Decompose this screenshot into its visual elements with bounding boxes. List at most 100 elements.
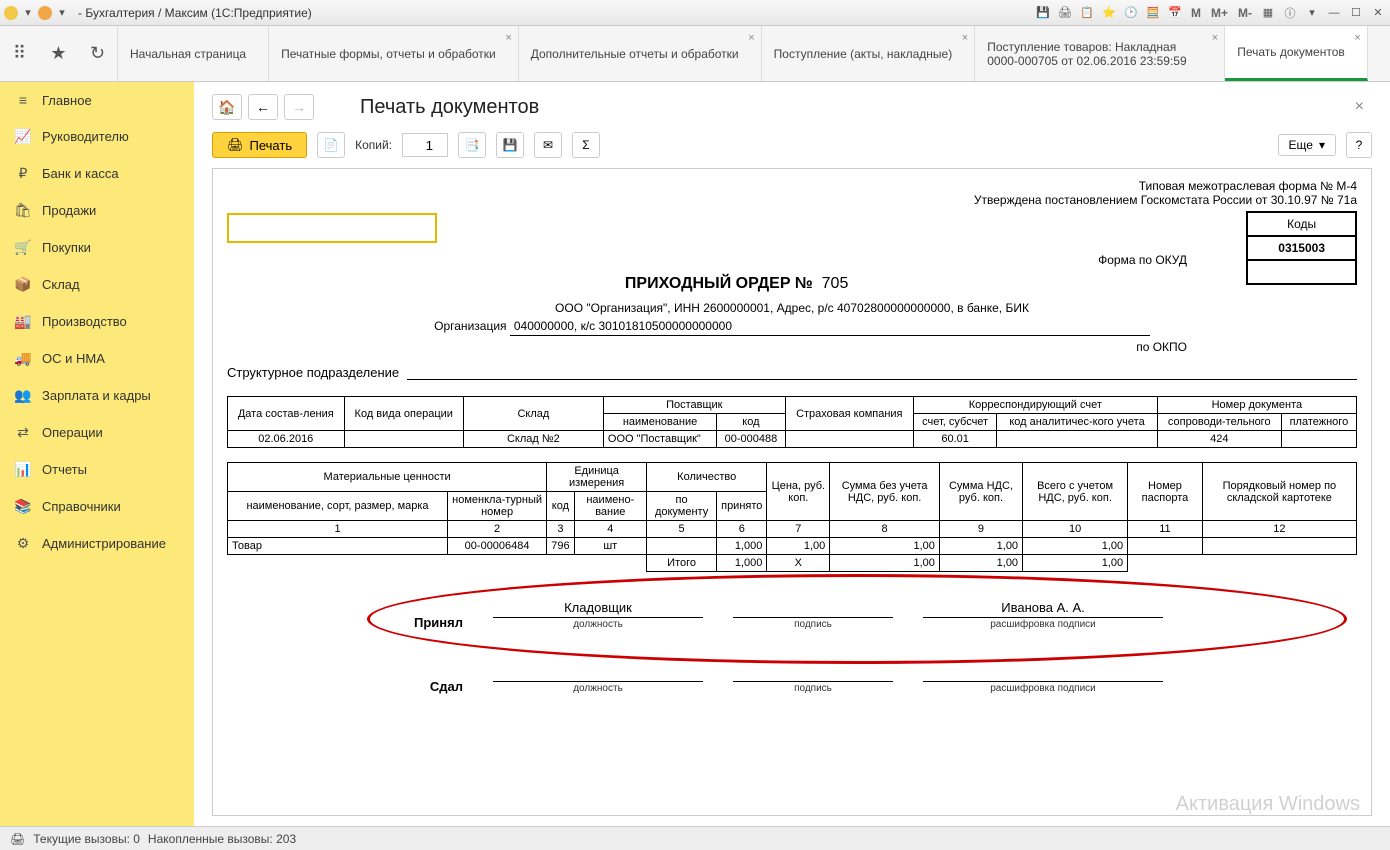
history-icon[interactable]: ↻ — [84, 40, 112, 68]
printer-icon: 🖨 — [10, 832, 25, 846]
close-icon[interactable]: ✕ — [1370, 5, 1386, 21]
menu-icon: ≡ — [14, 92, 32, 108]
copy-icon[interactable]: 📋 — [1079, 5, 1095, 21]
form-note: Утверждена постановлением Госкомстата Ро… — [227, 193, 1357, 207]
ruble-icon: ₽ — [14, 165, 32, 182]
close-icon[interactable]: × — [748, 32, 754, 44]
template-button[interactable]: 📑 — [458, 132, 486, 158]
close-icon[interactable]: × — [505, 32, 511, 44]
sidebar-item-label: Операции — [42, 425, 103, 440]
table-row: 02.06.2016 Склад №2 ООО "Поставщик" 00-0… — [228, 431, 1357, 448]
gear-icon: ⚙ — [14, 535, 32, 552]
close-icon[interactable]: × — [1354, 32, 1360, 44]
panel-icon[interactable]: ▦ — [1260, 5, 1276, 21]
copies-label: Копий: — [355, 138, 392, 152]
truck-icon: 🚚 — [14, 350, 32, 367]
sign-gave: Сдал должность подпись расшифровка подпи… — [227, 664, 1357, 694]
factory-icon: 🏭 — [14, 313, 32, 330]
tab-receipts[interactable]: Поступление (акты, накладные)× — [762, 26, 976, 81]
codes-header: Коды — [1247, 212, 1356, 236]
sidebar-item-reports[interactable]: 📊 Отчеты — [0, 451, 194, 488]
sidebar-item-purchases[interactable]: 🛒Покупки — [0, 229, 194, 266]
maximize-icon[interactable]: ☐ — [1348, 5, 1364, 21]
favorite-icon[interactable]: ★ — [45, 40, 73, 68]
calendar-icon[interactable]: 📅 — [1167, 5, 1183, 21]
help-button[interactable]: ? — [1346, 132, 1372, 158]
totals-row: Итого 1,000 X 1,00 1,00 1,00 — [228, 555, 1357, 572]
history-icon[interactable]: 🕑 — [1123, 5, 1139, 21]
print-button[interactable]: 🖨 Печать — [212, 132, 307, 158]
bag-icon: 🛍 — [14, 202, 32, 219]
sidebar-item-production[interactable]: 🏭Производство — [0, 303, 194, 340]
copies-input[interactable] — [402, 133, 448, 157]
sidebar-item-label: Руководителю — [42, 129, 129, 144]
sidebar-item-operations[interactable]: ⇄ Операции — [0, 414, 194, 451]
sidebar-item-bank[interactable]: ₽Банк и касса — [0, 155, 194, 192]
print-icon[interactable]: 🖨 — [1057, 5, 1073, 21]
mem-mplus[interactable]: M+ — [1209, 6, 1230, 20]
tab-print-forms[interactable]: Печатные формы, отчеты и обработки× — [269, 26, 519, 81]
sidebar-item-main[interactable]: ≡ Главное — [0, 82, 194, 118]
tab-addl-reports[interactable]: Дополнительные отчеты и обработки× — [519, 26, 762, 81]
header-table: Дата состав-ления Код вида операции Скла… — [227, 396, 1357, 448]
chart-icon: 📈 — [14, 128, 32, 145]
okpo-label: по ОКПО — [227, 340, 1357, 354]
sidebar-item-warehouse[interactable]: 📦Склад — [0, 266, 194, 303]
transfer-icon: ⇄ — [14, 424, 32, 441]
window-title: - Бухгалтерия / Максим (1С:Предприятие) — [78, 6, 312, 20]
titlebar: ▾ ▾ - Бухгалтерия / Максим (1С:Предприят… — [0, 0, 1390, 26]
tab-home[interactable]: Начальная страница — [118, 26, 269, 81]
sidebar-item-label: ОС и НМА — [42, 351, 105, 366]
page-title: Печать документов — [360, 96, 539, 119]
dropdown-icon[interactable]: ▾ — [20, 5, 36, 21]
sidebar-item-catalogs[interactable]: 📚 Справочники — [0, 488, 194, 525]
email-button[interactable]: ✉ — [534, 132, 562, 158]
bar-chart-icon: 📊 — [14, 461, 32, 478]
tabs-row: ⠿ ★ ↻ Начальная страница Печатные формы,… — [0, 26, 1390, 82]
sidebar-item-hr[interactable]: 👥 Зарплата и кадры — [0, 377, 194, 414]
mem-mminus[interactable]: M- — [1236, 6, 1254, 20]
sidebar-item-label: Отчеты — [42, 462, 87, 477]
sidebar-item-assets[interactable]: 🚚 ОС и НМА — [0, 340, 194, 377]
home-button[interactable]: 🏠 — [212, 94, 242, 120]
sidebar-item-label: Главное — [42, 93, 92, 108]
preview-button[interactable]: 📄 — [317, 132, 345, 158]
info-icon[interactable]: ⓘ — [1282, 5, 1298, 21]
document-area[interactable]: Типовая межотраслевая форма № М-4 Утверж… — [212, 168, 1372, 816]
sidebar-item-label: Справочники — [42, 499, 121, 514]
save-button[interactable]: 💾 — [496, 132, 524, 158]
statusbar: 🖨 Текущие вызовы: 0 Накопленные вызовы: … — [0, 826, 1390, 850]
sum-button[interactable]: Σ — [572, 132, 600, 158]
okud-value: 0315003 — [1247, 236, 1356, 260]
back-button[interactable]: ← — [248, 94, 278, 120]
forward-button[interactable]: → — [284, 94, 314, 120]
okud-label: Форма по ОКУД — [227, 253, 1357, 267]
dropdown-icon[interactable]: ▾ — [54, 5, 70, 21]
box-icon: 📦 — [14, 276, 32, 293]
more-button[interactable]: Еще ▾ — [1278, 134, 1336, 156]
mem-m[interactable]: M — [1189, 6, 1203, 20]
struct-line — [407, 364, 1357, 380]
selection-highlight[interactable] — [227, 213, 437, 243]
apps-icon[interactable]: ⠿ — [6, 40, 34, 68]
save-icon[interactable]: 💾 — [1035, 5, 1051, 21]
people-icon: 👥 — [14, 387, 32, 404]
sidebar-item-manager[interactable]: 📈 Руководителю — [0, 118, 194, 155]
sidebar-item-label: Зарплата и кадры — [42, 388, 151, 403]
star-icon[interactable]: ⭐ — [1101, 5, 1117, 21]
tab-print-docs[interactable]: Печать документов× — [1225, 26, 1368, 81]
minimize-icon[interactable]: — — [1326, 5, 1342, 21]
content: 🏠 ← → Печать документов × 🖨 Печать 📄 Коп… — [194, 82, 1390, 826]
sidebar-item-admin[interactable]: ⚙Администрирование — [0, 525, 194, 562]
close-icon[interactable]: × — [1212, 32, 1218, 44]
sidebar-item-sales[interactable]: 🛍Продажи — [0, 192, 194, 229]
org-line: ООО "Организация", ИНН 2600000001, Адрес… — [227, 299, 1357, 317]
sidebar: ≡ Главное 📈 Руководителю ₽Банк и касса 🛍Пр… — [0, 82, 194, 826]
close-icon[interactable]: × — [962, 32, 968, 44]
dropdown-icon[interactable]: ▾ — [1304, 5, 1320, 21]
close-button[interactable]: × — [1347, 98, 1372, 116]
status-current: Текущие вызовы: 0 — [33, 832, 140, 846]
books-icon: 📚 — [14, 498, 32, 515]
calc-icon[interactable]: 🧮 — [1145, 5, 1161, 21]
tab-invoice[interactable]: Поступление товаров: Накладная 0000-0007… — [975, 26, 1225, 81]
